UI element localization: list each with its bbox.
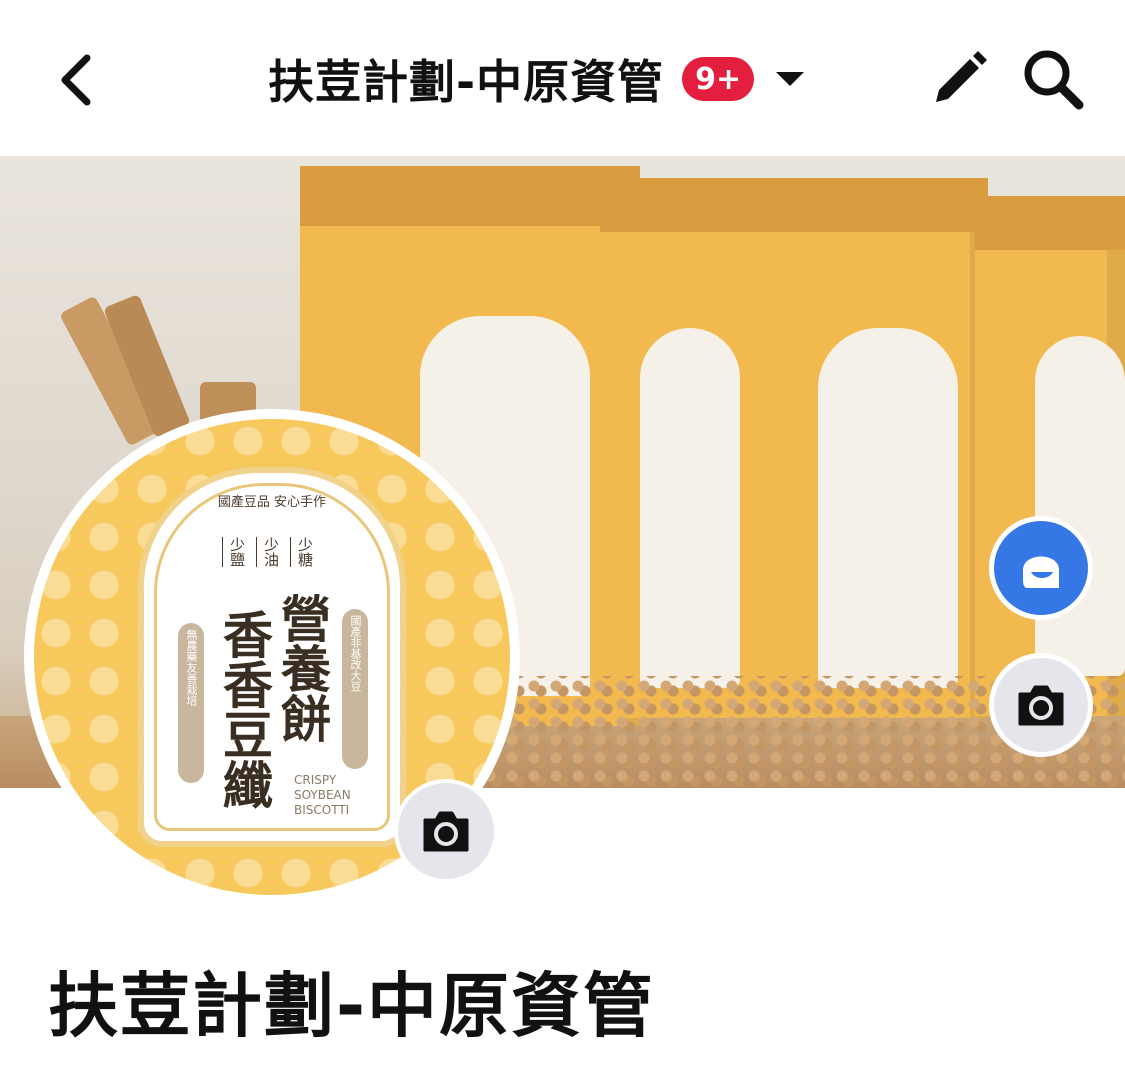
product-box: [600, 178, 770, 718]
feature-label: 少油: [256, 537, 282, 567]
side-label-left: 無農藥友善栽培: [178, 623, 204, 783]
pencil-icon: [936, 51, 987, 102]
edit-cover-photo-button[interactable]: [989, 653, 1093, 757]
camera-icon: [423, 811, 469, 852]
feature-label: 少鹽: [222, 537, 248, 567]
notification-badge: 9+: [682, 57, 755, 101]
feature-label: 少糖: [290, 537, 316, 567]
top-navigation-bar: 扶荳計劃-中原資管 9+: [0, 0, 1125, 156]
edit-profile-picture-button[interactable]: [394, 779, 498, 883]
product-label-card: 國產豆品 安心手作 少鹽 少油 少糖 無農藥友善栽培 香香豆纖 營養餅 國產非基…: [138, 467, 406, 847]
english-name: CRISPY SOYBEAN BISCOTTI: [294, 773, 351, 817]
search-icon: [1024, 50, 1084, 110]
back-button[interactable]: [40, 40, 110, 120]
caret-down-icon: [776, 72, 805, 86]
camera-icon: [1018, 685, 1064, 726]
feature-row: 少鹽 少油 少糖: [222, 537, 316, 567]
search-button[interactable]: [1016, 42, 1090, 116]
side-label-right: 國產非基改大豆: [342, 609, 368, 769]
tagline: 國產豆品 安心手作: [217, 495, 327, 510]
edit-button[interactable]: [924, 44, 994, 114]
product-name-left: 香香豆纖: [215, 609, 273, 809]
product-box: [975, 196, 1125, 716]
page-name: 扶荳計劃-中原資管: [48, 965, 656, 1047]
avatar-button[interactable]: [989, 516, 1093, 620]
chevron-left-icon: [61, 54, 91, 106]
product-name-right: 營養餅: [273, 593, 331, 743]
page-title: 扶荳計劃-中原資管: [268, 55, 665, 109]
page-switcher[interactable]: 扶荳計劃-中原資管 9+: [268, 44, 805, 114]
avatar-icon: [1023, 556, 1059, 588]
product-box: [748, 178, 988, 718]
